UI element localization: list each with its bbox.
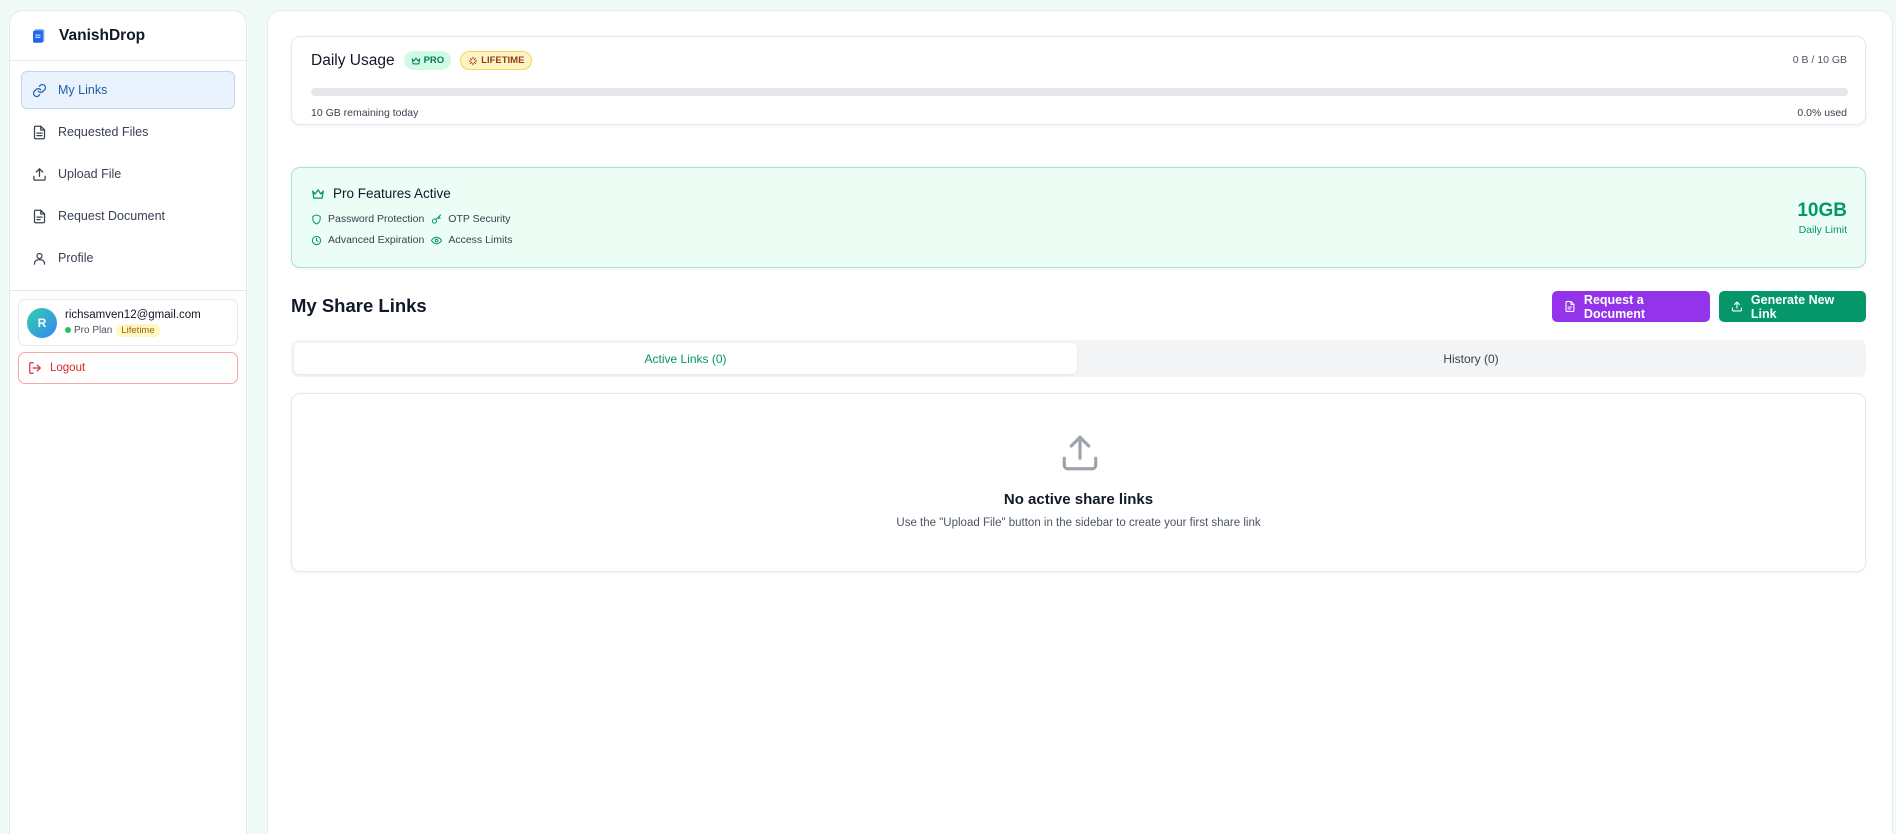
empty-state-title: No active share links <box>1003 491 1154 508</box>
generate-link-label: Generate New Link <box>1750 292 1835 321</box>
main-content: Daily Usage PRO LIFETIME 0 B / 10 GB 10 … <box>267 10 1893 834</box>
section-title: My Share Links <box>291 295 427 316</box>
sidebar-item-label: Upload File <box>58 167 122 181</box>
feature-label: Password Protection <box>328 213 425 225</box>
plan-badge: Lifetime <box>116 323 160 337</box>
links-tabs: Active Links (0) History (0) <box>291 340 1866 377</box>
empty-state-card: No active share links Use the "Upload Fi… <box>291 393 1866 572</box>
logout-button[interactable]: Logout <box>18 352 238 384</box>
crown-icon <box>312 188 324 199</box>
features-row: Advanced Expiration Access Limits <box>311 234 520 246</box>
feature-password-protection: Password Protection <box>311 213 424 225</box>
lifetime-badge-label: LIFETIME <box>481 55 525 66</box>
file-icon <box>33 125 46 139</box>
sidebar-item-label: Profile <box>58 251 94 265</box>
document-icon <box>33 28 45 43</box>
clock-icon <box>311 235 322 245</box>
sidebar-item-label: My Links <box>58 83 108 97</box>
crown-icon <box>411 57 420 64</box>
link-icon <box>32 83 47 97</box>
feature-otp-security: OTP Security <box>431 213 511 225</box>
usage-amount: 0 B / 10 GB <box>1792 54 1847 66</box>
daily-limit-label: Daily Limit <box>1798 224 1847 236</box>
user-card[interactable]: R richsamven12@gmail.com Pro Plan Lifeti… <box>18 299 238 346</box>
generate-link-button[interactable]: Generate New Link <box>1719 291 1866 322</box>
sidebar-item-label: Request Document <box>58 209 166 223</box>
features-row: Password Protection OTP Security <box>311 213 518 225</box>
sidebar-item-label: Requested Files <box>58 125 149 139</box>
status-dot <box>65 327 71 333</box>
tab-active-links[interactable]: Active Links (0) <box>294 343 1077 374</box>
file-text-icon <box>33 209 46 223</box>
feature-advanced-expiration: Advanced Expiration <box>311 234 424 246</box>
upload-icon <box>1731 301 1742 312</box>
features-title: Pro Features Active <box>333 186 451 201</box>
brand-name: VanishDrop <box>59 26 146 44</box>
request-document-label: Request a Document <box>1583 292 1646 321</box>
sidebar-nav: My Links Requested Files Upload File Req… <box>10 61 246 291</box>
brand[interactable]: VanishDrop <box>10 11 246 61</box>
usage-progress-bar <box>311 88 1848 96</box>
user-plan: Pro Plan Lifetime <box>65 323 201 337</box>
features-title-row: Pro Features Active <box>311 186 451 201</box>
usage-remaining: 10 GB remaining today <box>311 107 419 119</box>
logout-label: Logout <box>50 362 86 374</box>
usage-title: Daily Usage <box>311 51 395 69</box>
feature-label: OTP Security <box>448 213 511 225</box>
empty-state-subtitle: Use the "Upload File" button in the side… <box>896 517 1261 529</box>
pro-badge-label: PRO <box>423 55 445 66</box>
sidebar-item-upload-file[interactable]: Upload File <box>21 155 235 193</box>
sidebar-item-my-links[interactable]: My Links <box>21 71 235 109</box>
pro-badge: PRO <box>403 51 452 70</box>
sparkles-icon <box>468 56 478 65</box>
upload-icon <box>1062 435 1098 471</box>
avatar: R <box>27 307 57 338</box>
feature-access-limits: Access Limits <box>431 234 513 246</box>
plan-name: Pro Plan <box>74 324 113 336</box>
user-icon <box>33 252 46 265</box>
sidebar-item-profile[interactable]: Profile <box>21 239 235 277</box>
sidebar-item-request-document[interactable]: Request Document <box>21 197 235 235</box>
file-text-icon <box>1565 300 1575 313</box>
feature-label: Advanced Expiration <box>328 234 425 246</box>
usage-title-row: Daily Usage PRO LIFETIME <box>311 51 533 70</box>
logout-icon <box>29 362 41 374</box>
daily-usage-card: Daily Usage PRO LIFETIME 0 B / 10 GB 10 … <box>291 36 1866 125</box>
upload-icon <box>33 167 46 181</box>
user-info: richsamven12@gmail.com Pro Plan Lifetime <box>65 309 201 337</box>
daily-limit-value: 10GB <box>1797 200 1847 221</box>
sidebar-item-requested-files[interactable]: Requested Files <box>21 113 235 151</box>
lifetime-badge: LIFETIME <box>460 51 533 70</box>
shield-icon <box>312 213 321 225</box>
feature-label: Access Limits <box>448 234 513 246</box>
sidebar: VanishDrop My Links Requested Files Uplo… <box>9 10 247 834</box>
user-email: richsamven12@gmail.com <box>65 308 201 321</box>
usage-percent: 0.0% used <box>1797 107 1847 119</box>
tab-history[interactable]: History (0) <box>1079 343 1863 374</box>
request-document-button[interactable]: Request a Document <box>1552 291 1710 322</box>
eye-icon <box>431 236 443 244</box>
pro-features-card: Pro Features Active Password Protection … <box>291 167 1866 268</box>
key-icon <box>432 213 442 224</box>
